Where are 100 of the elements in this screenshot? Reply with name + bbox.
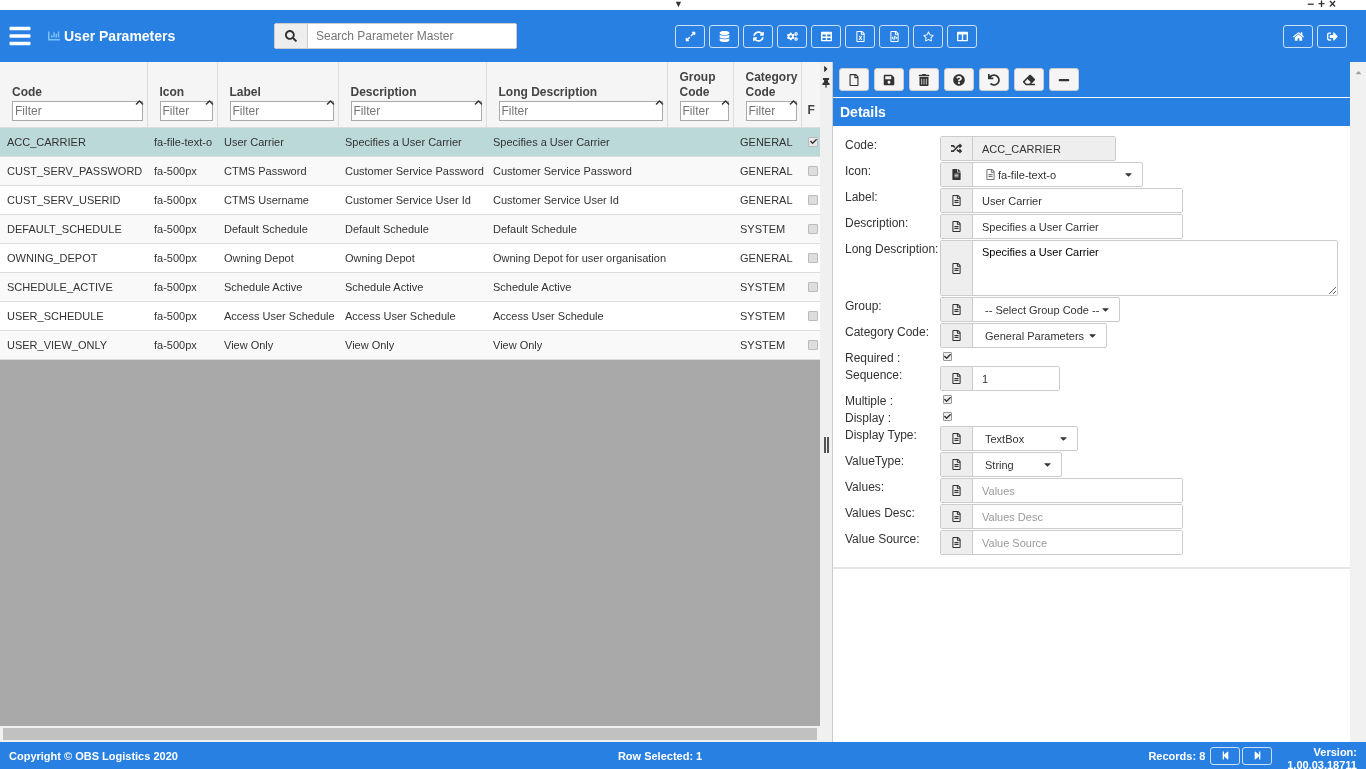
checkbox[interactable] xyxy=(808,339,818,350)
search-field[interactable]: Search Parameter Master xyxy=(274,23,517,49)
column-header[interactable]: Label xyxy=(229,84,334,100)
sort-icon[interactable] xyxy=(325,97,335,107)
checkbox[interactable] xyxy=(808,310,818,321)
refresh-button[interactable] xyxy=(743,24,773,48)
column-header[interactable]: Description xyxy=(350,84,482,100)
excel-file-icon xyxy=(854,30,866,42)
filter-field[interactable]: Filter xyxy=(745,100,797,121)
expand-icon xyxy=(684,30,696,42)
table-row[interactable]: ACC_CARRIER fa-file-text-o User Carrier Specifies a User Carrier Specifies a User Carrier GENERAL xyxy=(0,127,820,156)
logout-button[interactable] xyxy=(1317,24,1347,48)
sort-icon[interactable] xyxy=(788,97,798,107)
checkbox[interactable] xyxy=(808,165,818,176)
help-button[interactable] xyxy=(944,68,974,91)
star-icon xyxy=(922,30,934,42)
filter-field[interactable]: Filter xyxy=(350,100,482,121)
filter-field[interactable]: Filter xyxy=(679,100,729,121)
menu-icon[interactable] xyxy=(8,24,32,48)
code-file-button[interactable] xyxy=(879,24,909,48)
table-button[interactable] xyxy=(811,24,841,48)
table-row[interactable]: USER_VIEW_ONLY fa-500px View Only View Only View Only SYSTEM xyxy=(0,330,820,359)
table-cell: fa-500px xyxy=(154,222,197,235)
checkbox[interactable] xyxy=(808,252,818,263)
text-field[interactable]: Specifies a User Carrier xyxy=(940,214,1183,239)
table-cell: fa-500px xyxy=(154,309,197,322)
document-icon xyxy=(951,304,962,315)
filter-field[interactable]: Filter xyxy=(159,100,213,121)
home-button[interactable] xyxy=(1283,24,1313,48)
table-row[interactable]: USER_SCHEDULE fa-500px Access User Schedule Access User Schedule Access User Schedule SYSTEM xyxy=(0,301,820,330)
table-row[interactable]: SCHEDULE_ACTIVE fa-500px Schedule Active Schedule Active Schedule Active SYSTEM xyxy=(0,272,820,301)
home-icon xyxy=(1292,30,1304,42)
checkbox[interactable] xyxy=(943,395,952,404)
checkbox[interactable] xyxy=(943,352,952,361)
long-description-field[interactable]: Specifies a User Carrier xyxy=(940,240,1338,296)
sort-icon[interactable] xyxy=(654,97,664,107)
table-cell: Default Schedule xyxy=(345,222,429,235)
search-icon xyxy=(275,24,308,48)
table-cell: Default Schedule xyxy=(224,222,308,235)
dropdown[interactable]: General Parameters xyxy=(940,323,1107,348)
trash-button[interactable] xyxy=(909,68,939,91)
splitter-grip-icon[interactable] xyxy=(824,437,829,453)
sort-icon[interactable] xyxy=(473,97,483,107)
table-cell: Specifies a User Carrier xyxy=(345,135,462,148)
eraser-button[interactable] xyxy=(1014,68,1044,91)
collapse-toggle[interactable]: ▼ xyxy=(674,0,683,10)
text-field[interactable]: Value Source xyxy=(940,530,1183,555)
vertical-scrollbar[interactable] xyxy=(1350,62,1366,742)
icon-dropdown[interactable]: fa-file-text-o xyxy=(940,162,1143,187)
table-cell: Customer Service User Id xyxy=(493,193,619,206)
window-control[interactable]: − xyxy=(1306,0,1314,11)
expand-button[interactable] xyxy=(675,24,705,48)
pin-icon[interactable] xyxy=(821,78,831,88)
filter-field[interactable]: Filter xyxy=(12,100,143,121)
dropdown[interactable]: String xyxy=(940,452,1062,477)
last-record-button[interactable] xyxy=(1242,746,1273,765)
window-control[interactable]: + xyxy=(1317,0,1325,11)
gears-button[interactable] xyxy=(777,24,807,48)
columns-button[interactable] xyxy=(947,24,977,48)
checkbox[interactable] xyxy=(808,194,818,205)
new-file-button[interactable] xyxy=(839,68,869,91)
checkbox[interactable] xyxy=(808,223,818,234)
text-field[interactable]: User Carrier xyxy=(940,188,1183,213)
excel-file-button[interactable] xyxy=(845,24,875,48)
filter-field[interactable]: Filter xyxy=(498,100,663,121)
column-header[interactable]: F xyxy=(807,102,820,118)
minus-button[interactable] xyxy=(1049,68,1079,91)
table-row[interactable]: DEFAULT_SCHEDULE fa-500px Default Schedule Default Schedule Default Schedule SYSTEM xyxy=(0,214,820,243)
database-button[interactable] xyxy=(709,24,739,48)
horizontal-scrollbar[interactable] xyxy=(0,726,820,742)
table-row[interactable]: CUST_SERV_USERID fa-500px CTMS Username Customer Service User Id Customer Service User Id GENERAL xyxy=(0,185,820,214)
field-label: Values: xyxy=(845,479,886,494)
undo-button[interactable] xyxy=(979,68,1009,91)
sort-icon[interactable] xyxy=(204,97,214,107)
sort-icon[interactable] xyxy=(134,97,144,107)
window-control[interactable]: × xyxy=(1329,0,1336,11)
column-header[interactable]: Long Description xyxy=(498,84,663,100)
scroll-up-icon[interactable] xyxy=(1353,68,1363,77)
check-icon xyxy=(809,138,817,145)
column-header[interactable]: Code xyxy=(12,84,143,100)
text-field[interactable]: 1 xyxy=(940,366,1060,391)
dropdown[interactable]: TextBox xyxy=(940,426,1078,451)
table-row[interactable]: CUST_SERV_PASSWORD fa-500px CTMS Password Customer Service Password Customer Service Password GENERAL xyxy=(0,156,820,185)
code-field[interactable]: ACC_CARRIER xyxy=(940,136,1116,161)
checkbox[interactable] xyxy=(808,281,818,292)
first-record-button[interactable] xyxy=(1210,746,1241,765)
column-header[interactable]: Group Code xyxy=(679,69,729,100)
star-button[interactable] xyxy=(913,24,943,48)
filter-field[interactable]: Filter xyxy=(229,100,334,121)
column-header[interactable]: Icon xyxy=(159,84,213,100)
checkbox[interactable] xyxy=(943,412,952,421)
dropdown[interactable]: -- Select Group Code -- xyxy=(940,297,1120,322)
save-button[interactable] xyxy=(874,68,904,91)
document-icon xyxy=(951,195,962,206)
sort-icon[interactable] xyxy=(720,97,730,107)
text-field[interactable]: Values xyxy=(940,478,1183,503)
column-header[interactable]: Category Code xyxy=(745,69,797,100)
text-field[interactable]: Values Desc xyxy=(940,504,1183,529)
table-row[interactable]: OWNING_DEPOT fa-500px Owning Depot Owning Depot Owning Depot for user organisation GENERAL xyxy=(0,243,820,272)
checkbox[interactable] xyxy=(808,136,818,147)
